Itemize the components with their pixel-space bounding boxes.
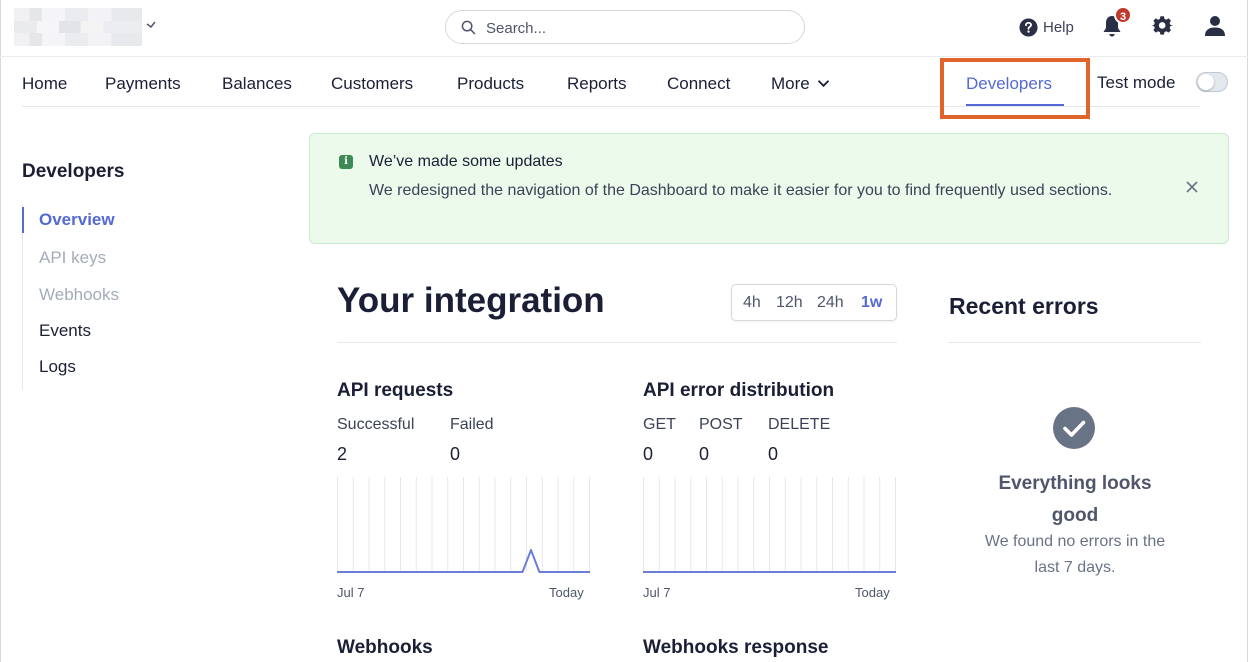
nav-more-label: More [771, 74, 810, 93]
nav-products[interactable]: Products [457, 74, 524, 94]
sidebar-active-indicator [22, 207, 24, 233]
account-chevron-icon[interactable] [146, 18, 156, 33]
api-errors-title: API error distribution [643, 380, 835, 401]
webhooks-response-title: Webhooks response [643, 637, 829, 658]
help-button[interactable]: Help [1019, 16, 1074, 38]
user-avatar-icon[interactable] [1203, 14, 1227, 38]
sidebar-item-overview[interactable]: Overview [39, 210, 115, 230]
recent-errors-divider [948, 342, 1201, 343]
toggle-knob [1198, 74, 1214, 90]
range-option-24h[interactable]: 24h [817, 294, 844, 312]
status-body: We found no errors in the last 7 days. [984, 533, 1166, 576]
nav-payments[interactable]: Payments [105, 74, 181, 94]
x-axis-end-label: Today [549, 585, 584, 600]
top-bar: Help 3 [0, 0, 1248, 56]
range-option-12h[interactable]: 12h [776, 294, 803, 312]
sidebar-item-api-keys[interactable]: API keys [39, 248, 106, 268]
nav-more[interactable]: More [771, 74, 830, 94]
help-icon [1019, 17, 1038, 37]
check-circle-icon [1053, 407, 1095, 449]
search-icon [461, 20, 476, 35]
settings-gear-icon[interactable] [1151, 15, 1173, 37]
updates-banner: i We’ve made some updates We redesigned … [309, 133, 1229, 244]
api-errors-chart [643, 477, 896, 573]
metric-value: 0 [643, 444, 654, 464]
metric-label: Failed [450, 416, 494, 433]
sidebar-item-logs[interactable]: Logs [39, 357, 76, 377]
status-title: Everything looks good [998, 473, 1152, 526]
range-option-1w[interactable]: 1w [861, 294, 882, 312]
nav-balances[interactable]: Balances [222, 74, 292, 94]
search-input[interactable] [486, 18, 786, 38]
chevron-down-icon [818, 80, 830, 88]
developers-highlight-box [940, 58, 1090, 119]
range-option-4h[interactable]: 4h [743, 294, 761, 312]
sidebar-item-events[interactable]: Events [39, 321, 91, 341]
metric-label: Successful [337, 416, 415, 433]
notifications-badge: 3 [1114, 6, 1132, 24]
nav-reports[interactable]: Reports [567, 74, 627, 94]
sidebar-item-webhooks[interactable]: Webhooks [39, 285, 119, 305]
webhooks-title: Webhooks [337, 637, 433, 658]
account-logo[interactable] [14, 8, 142, 46]
metric-label: GET [643, 416, 676, 433]
time-range-selector: 4h 12h 24h 1w [731, 284, 897, 321]
metric-value: 2 [337, 444, 348, 464]
metric-label: DELETE [768, 416, 831, 433]
integration-divider [337, 342, 897, 343]
api-requests-title: API requests [337, 380, 454, 401]
sidebar-title: Developers [22, 161, 125, 182]
banner-body: We redesigned the navigation of the Dash… [369, 182, 1113, 199]
recent-errors-title: Recent errors [949, 293, 1099, 319]
test-mode-toggle[interactable] [1196, 72, 1228, 92]
info-icon: i [339, 155, 353, 169]
search-bar[interactable] [445, 10, 805, 44]
metric-label: POST [699, 416, 743, 433]
x-axis-start-label: Jul 7 [643, 585, 671, 600]
api-requests-chart [337, 477, 590, 573]
nav-customers[interactable]: Customers [331, 74, 413, 94]
help-label: Help [1043, 18, 1074, 36]
test-mode-label: Test mode [1097, 73, 1176, 92]
close-icon[interactable] [1185, 180, 1199, 194]
banner-title: We’ve made some updates [369, 153, 563, 170]
metric-value: 0 [450, 444, 461, 464]
nav-connect[interactable]: Connect [667, 74, 730, 94]
nav-home[interactable]: Home [22, 74, 67, 94]
metric-value: 0 [699, 444, 710, 464]
metric-value: 0 [768, 444, 779, 464]
x-axis-start-label: Jul 7 [337, 585, 365, 600]
integration-title: Your integration [337, 281, 605, 320]
x-axis-end-label: Today [855, 585, 890, 600]
